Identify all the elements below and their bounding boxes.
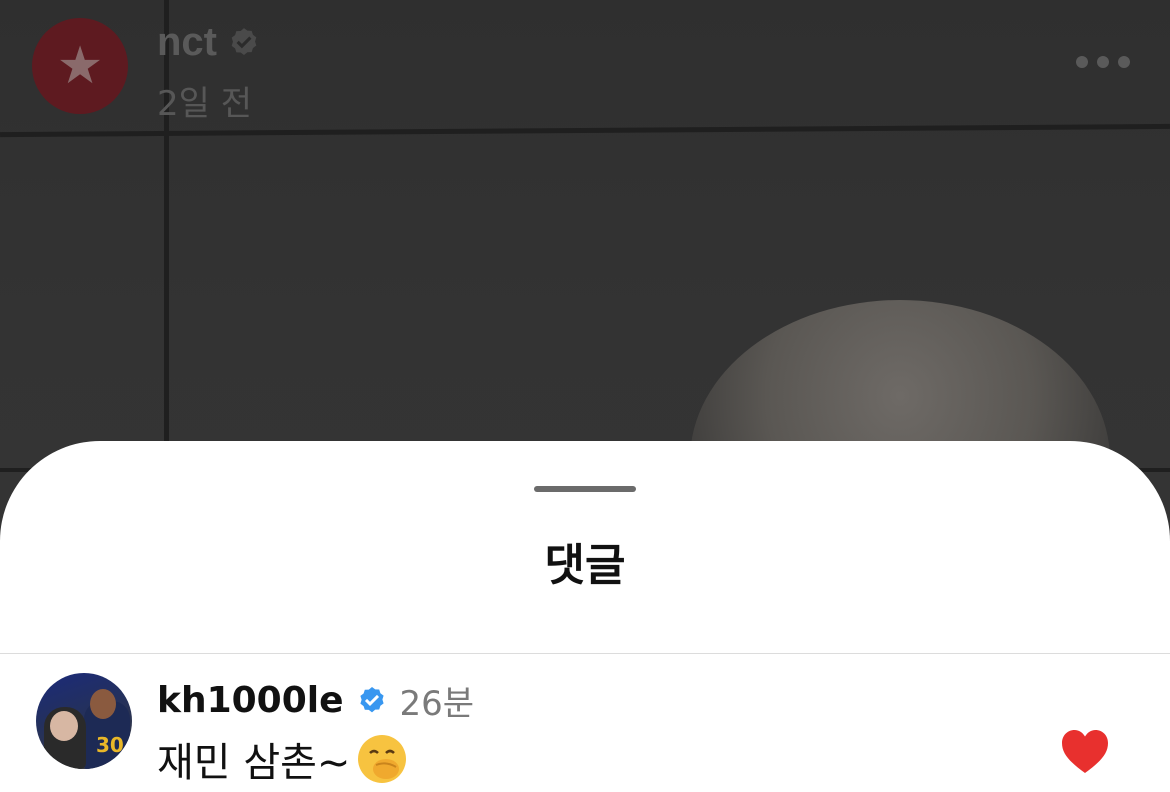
post-time: 2일 전 [157,84,252,124]
post-username[interactable]: nct [157,20,217,65]
verified-badge-icon [359,686,384,712]
face-with-hand-over-mouth-emoji [358,735,407,783]
comment-username[interactable]: kh1000le [157,680,344,721]
post-header: nct [157,20,261,65]
post-avatar[interactable]: ★ [32,18,128,114]
verified-badge-icon [231,27,257,55]
sheet-grabber-handle[interactable] [534,486,636,492]
comment-body: 재민 삼촌~ [157,740,351,786]
comment-time: 26분 [399,684,475,724]
comment-text: 재민 삼촌~ [157,730,408,788]
more-horizontal-icon[interactable] [1076,56,1130,68]
divider [0,653,1170,654]
wall-tile-line [164,0,169,470]
wall-tile-line [0,123,1170,138]
nct-logo-icon: ★ [56,36,104,96]
comment-avatar[interactable]: 30 [36,673,132,769]
comment-header: kh1000le 26분 [157,676,474,725]
sheet-title: 댓글 [544,540,626,591]
heart-icon[interactable] [1060,728,1110,776]
